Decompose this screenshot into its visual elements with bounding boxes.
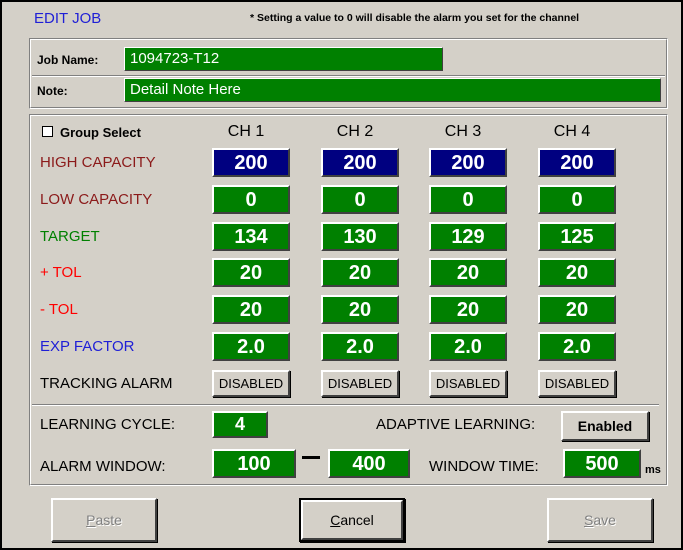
row-label-low-capacity: LOW CAPACITY (40, 191, 153, 208)
value-field-row4-ch3[interactable]: 20 (429, 258, 507, 287)
channel-header-3: CH 3 (444, 123, 482, 140)
window-time-field[interactable]: 500 (563, 449, 641, 478)
tracking-alarm-label: TRACKING ALARM (40, 375, 173, 392)
value-field-row5-ch1[interactable]: 20 (212, 295, 290, 324)
learning-cycle-label: LEARNING CYCLE: (40, 416, 176, 433)
value-field-row5-ch3[interactable]: 20 (429, 295, 507, 324)
window-time-unit: ms (645, 464, 661, 476)
job-name-label: Job Name: (37, 53, 99, 67)
value-field-row6-ch4[interactable]: 2.0 (538, 332, 616, 361)
adaptive-learning-button[interactable]: Enabled (561, 411, 649, 441)
cancel-label-rest: ancel (340, 512, 374, 528)
value-field-row5-ch2[interactable]: 20 (321, 295, 399, 324)
value-field-row5-ch4[interactable]: 20 (538, 295, 616, 324)
value-field-row3-ch4[interactable]: 125 (538, 222, 616, 251)
value-field-row2-ch4[interactable]: 0 (538, 185, 616, 214)
value-field-row2-ch1[interactable]: 0 (212, 185, 290, 214)
save-button[interactable]: Save (547, 498, 653, 542)
cancel-button[interactable]: Cancel (299, 498, 405, 542)
adaptive-learning-label: ADAPTIVE LEARNING: (376, 416, 536, 433)
paste-button[interactable]: Paste (51, 498, 157, 542)
value-field-row1-ch2[interactable]: 200 (321, 148, 399, 177)
paste-label-rest: aste (95, 512, 122, 528)
cancel-accel: C (330, 512, 341, 528)
alarm-hint-text: * Setting a value to 0 will disable the … (250, 12, 580, 24)
row-label-high-capacity: HIGH CAPACITY (40, 154, 156, 171)
group-select-checkbox[interactable] (42, 126, 53, 137)
save-label-rest: ave (593, 512, 616, 528)
value-field-row4-ch4[interactable]: 20 (538, 258, 616, 287)
tracking-alarm-button-ch1[interactable]: DISABLED (212, 370, 290, 397)
value-field-row1-ch3[interactable]: 200 (429, 148, 507, 177)
row-label-target: TARGET (40, 228, 100, 245)
save-accel: S (584, 512, 594, 528)
value-field-row1-ch4[interactable]: 200 (538, 148, 616, 177)
value-field-row4-ch1[interactable]: 20 (212, 258, 290, 287)
learning-divider (32, 404, 659, 406)
value-field-row4-ch2[interactable]: 20 (321, 258, 399, 287)
job-info-divider (32, 75, 665, 77)
group-select-label[interactable]: Group Select (60, 125, 141, 140)
alarm-window-high-field[interactable]: 400 (328, 449, 410, 478)
value-field-row3-ch1[interactable]: 134 (212, 222, 290, 251)
edit-job-window: EDIT JOB * Setting a value to 0 will dis… (0, 0, 683, 550)
tracking-alarm-button-ch4[interactable]: DISABLED (538, 370, 616, 397)
tracking-alarm-button-ch3[interactable]: DISABLED (429, 370, 507, 397)
value-field-row3-ch3[interactable]: 129 (429, 222, 507, 251)
value-field-row3-ch2[interactable]: 130 (321, 222, 399, 251)
range-dash (302, 456, 320, 459)
channel-header-1: CH 1 (227, 123, 265, 140)
row-label-tol: - TOL (40, 301, 78, 318)
row-label-tol: + TOL (40, 264, 82, 281)
note-label: Note: (37, 84, 68, 98)
job-name-field[interactable]: 1094723-T12 (124, 47, 443, 71)
value-field-row1-ch1[interactable]: 200 (212, 148, 290, 177)
value-field-row6-ch2[interactable]: 2.0 (321, 332, 399, 361)
note-field[interactable]: Detail Note Here (124, 78, 661, 102)
window-title: EDIT JOB (34, 10, 102, 27)
learning-cycle-field[interactable]: 4 (212, 411, 268, 438)
value-field-row2-ch2[interactable]: 0 (321, 185, 399, 214)
window-time-label: WINDOW TIME: (429, 458, 539, 475)
tracking-alarm-button-ch2[interactable]: DISABLED (321, 370, 399, 397)
channel-header-4: CH 4 (553, 123, 591, 140)
row-label-exp-factor: EXP FACTOR (40, 338, 135, 355)
alarm-window-label: ALARM WINDOW: (40, 458, 166, 475)
value-field-row6-ch1[interactable]: 2.0 (212, 332, 290, 361)
alarm-window-low-field[interactable]: 100 (212, 449, 296, 478)
value-field-row6-ch3[interactable]: 2.0 (429, 332, 507, 361)
channel-header-2: CH 2 (336, 123, 374, 140)
value-field-row2-ch3[interactable]: 0 (429, 185, 507, 214)
